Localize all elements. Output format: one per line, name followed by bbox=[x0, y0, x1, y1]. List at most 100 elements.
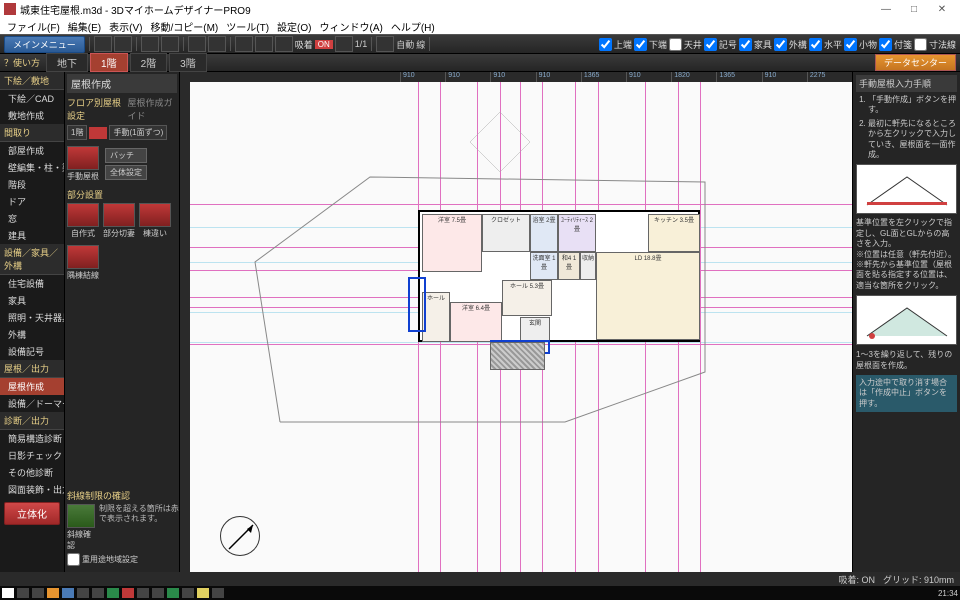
task-icon[interactable] bbox=[182, 588, 194, 598]
room-lavatory[interactable]: 洗面室 1畳 bbox=[530, 252, 558, 280]
nav-house-equip[interactable]: 住宅設備 bbox=[0, 275, 64, 292]
task-icon[interactable] bbox=[77, 588, 89, 598]
batch-button[interactable]: バッチ bbox=[105, 148, 147, 163]
check-symbol[interactable] bbox=[704, 38, 717, 51]
room-bedroom1[interactable]: 洋室 7.5畳 bbox=[422, 214, 482, 272]
nav-fitting[interactable]: 建具 bbox=[0, 227, 64, 244]
3d-button[interactable]: 立体化 bbox=[4, 502, 60, 525]
select-tool-icon[interactable] bbox=[114, 36, 132, 52]
porch-area[interactable] bbox=[490, 342, 545, 370]
nav-stair[interactable]: 階段 bbox=[0, 176, 64, 193]
room-wa[interactable]: 和4 1畳 bbox=[558, 252, 580, 280]
nav-exterior[interactable]: 外構 bbox=[0, 326, 64, 343]
nav-shadow[interactable]: 日影チェック bbox=[0, 447, 64, 464]
nav-window[interactable]: 窓 bbox=[0, 210, 64, 227]
main-menu-button[interactable]: メインメニュー bbox=[4, 36, 85, 53]
room-storage[interactable]: 収納 bbox=[580, 252, 596, 280]
nav-equip-symbol[interactable]: 設備記号 bbox=[0, 343, 64, 360]
check-bottom[interactable] bbox=[634, 38, 647, 51]
menu-move[interactable]: 移動/コピー(M) bbox=[147, 19, 221, 34]
tab-basement[interactable]: 地下 bbox=[46, 53, 88, 72]
task-icon[interactable] bbox=[167, 588, 179, 598]
task-icon[interactable] bbox=[17, 588, 29, 598]
nav-furniture[interactable]: 家具 bbox=[0, 292, 64, 309]
maximize-button[interactable]: □ bbox=[900, 4, 928, 15]
house-outline[interactable]: 洋室 7.5畳 クロゼット 浴室 2畳 ﾕｰﾃｨﾘﾃｨｰｽ 2畳 キッチン 3.… bbox=[418, 210, 700, 342]
tab-3f[interactable]: 3階 bbox=[169, 53, 207, 72]
menu-window[interactable]: ウィンドウ(A) bbox=[316, 19, 385, 34]
grid-icon[interactable] bbox=[275, 36, 293, 52]
nav-underlay-cad[interactable]: 下絵／CAD bbox=[0, 90, 64, 107]
task-icon[interactable] bbox=[62, 588, 74, 598]
task-icon[interactable] bbox=[92, 588, 104, 598]
task-icon[interactable] bbox=[122, 588, 134, 598]
task-icon[interactable] bbox=[107, 588, 119, 598]
zone-check[interactable] bbox=[67, 553, 80, 566]
canvas[interactable]: 910 910 910 910 1365 910 1820 1365 910 2… bbox=[180, 72, 852, 586]
menu-edit[interactable]: 編集(E) bbox=[65, 19, 104, 34]
panel-tab-floor[interactable]: フロア別屋根設定 bbox=[67, 96, 124, 122]
menu-file[interactable]: ファイル(F) bbox=[4, 19, 63, 34]
check-ceiling[interactable] bbox=[669, 38, 682, 51]
check-dim[interactable] bbox=[914, 38, 927, 51]
redo-icon[interactable] bbox=[161, 36, 179, 52]
nav-struct-diag[interactable]: 簡易構造診断 bbox=[0, 430, 64, 447]
nav-site[interactable]: 敷地作成 bbox=[0, 107, 64, 124]
fit-icon[interactable] bbox=[255, 36, 273, 52]
check-exterior[interactable] bbox=[774, 38, 787, 51]
datacenter-button[interactable]: データセンター bbox=[875, 54, 956, 71]
tab-1f[interactable]: 1階 bbox=[90, 53, 128, 72]
room-closet[interactable]: クロゼット bbox=[482, 214, 530, 252]
check-note[interactable] bbox=[879, 38, 892, 51]
task-icon[interactable] bbox=[152, 588, 164, 598]
manual-roof-icon[interactable] bbox=[67, 146, 99, 170]
cursor-tool-icon[interactable] bbox=[94, 36, 112, 52]
roof-type-icon[interactable] bbox=[89, 127, 107, 139]
nav-drawing-output[interactable]: 図面装飾・出力 bbox=[0, 481, 64, 498]
task-icon[interactable] bbox=[197, 588, 209, 598]
check-level[interactable] bbox=[809, 38, 822, 51]
menu-help[interactable]: ヘルプ(H) bbox=[388, 19, 438, 34]
task-icon[interactable] bbox=[137, 588, 149, 598]
close-button[interactable]: ✕ bbox=[928, 4, 956, 15]
menu-settings[interactable]: 設定(O) bbox=[274, 19, 314, 34]
panel-tab-guide[interactable]: 屋根作成ガイド bbox=[128, 96, 177, 122]
all-settings-button[interactable]: 全体設定 bbox=[105, 165, 147, 180]
menu-view[interactable]: 表示(V) bbox=[106, 19, 145, 34]
save-icon[interactable] bbox=[208, 36, 226, 52]
nav-wall[interactable]: 壁編集・柱・梁 bbox=[0, 159, 64, 176]
room-utility[interactable]: ﾕｰﾃｨﾘﾃｨｰｽ 2畳 bbox=[558, 214, 596, 252]
room-bedroom2[interactable]: 洋室 6.4畳 bbox=[450, 302, 502, 342]
self-style-icon[interactable] bbox=[67, 203, 99, 227]
room-hall2[interactable]: ホール 5.3畳 bbox=[502, 280, 552, 316]
room-entrance[interactable]: 玄関 bbox=[520, 317, 550, 342]
check-small[interactable] bbox=[844, 38, 857, 51]
usage-link[interactable]: ？使い方 bbox=[4, 56, 40, 69]
manual-mode-button[interactable]: 手動(1面ずつ) bbox=[109, 125, 167, 140]
ridge-diff-icon[interactable] bbox=[139, 203, 171, 227]
minimize-button[interactable]: — bbox=[872, 4, 900, 15]
line-tool-icon[interactable] bbox=[376, 36, 394, 52]
nav-dormer[interactable]: 設備／ドーマー bbox=[0, 395, 64, 412]
nav-door[interactable]: ドア bbox=[0, 193, 64, 210]
nav-roof-create[interactable]: 屋根作成 bbox=[0, 378, 64, 395]
snap-status[interactable]: ON bbox=[315, 40, 333, 49]
nav-lighting[interactable]: 照明・天井器具 bbox=[0, 309, 64, 326]
floor-select[interactable]: 1階 bbox=[67, 125, 87, 140]
partial-gable-icon[interactable] bbox=[103, 203, 135, 227]
folder-icon[interactable] bbox=[188, 36, 206, 52]
zoom-icon[interactable] bbox=[235, 36, 253, 52]
menu-tool[interactable]: ツール(T) bbox=[223, 19, 272, 34]
slant-check-icon[interactable] bbox=[67, 504, 95, 528]
drawing-area[interactable]: 洋室 7.5畳 クロゼット 浴室 2畳 ﾕｰﾃｨﾘﾃｨｰｽ 2畳 キッチン 3.… bbox=[190, 82, 852, 586]
ratio-icon[interactable] bbox=[335, 36, 353, 52]
room-hall1[interactable]: ホール bbox=[422, 292, 450, 342]
room-bath[interactable]: 浴室 2畳 bbox=[530, 214, 558, 252]
room-ld[interactable]: LD 18.8畳 bbox=[596, 252, 700, 340]
undo-icon[interactable] bbox=[141, 36, 159, 52]
clock[interactable]: 21:34 bbox=[938, 589, 958, 598]
start-icon[interactable] bbox=[2, 588, 14, 598]
ridge-connect-icon[interactable] bbox=[67, 245, 99, 269]
task-icon[interactable] bbox=[47, 588, 59, 598]
room-kitchen[interactable]: キッチン 3.5畳 bbox=[648, 214, 700, 252]
